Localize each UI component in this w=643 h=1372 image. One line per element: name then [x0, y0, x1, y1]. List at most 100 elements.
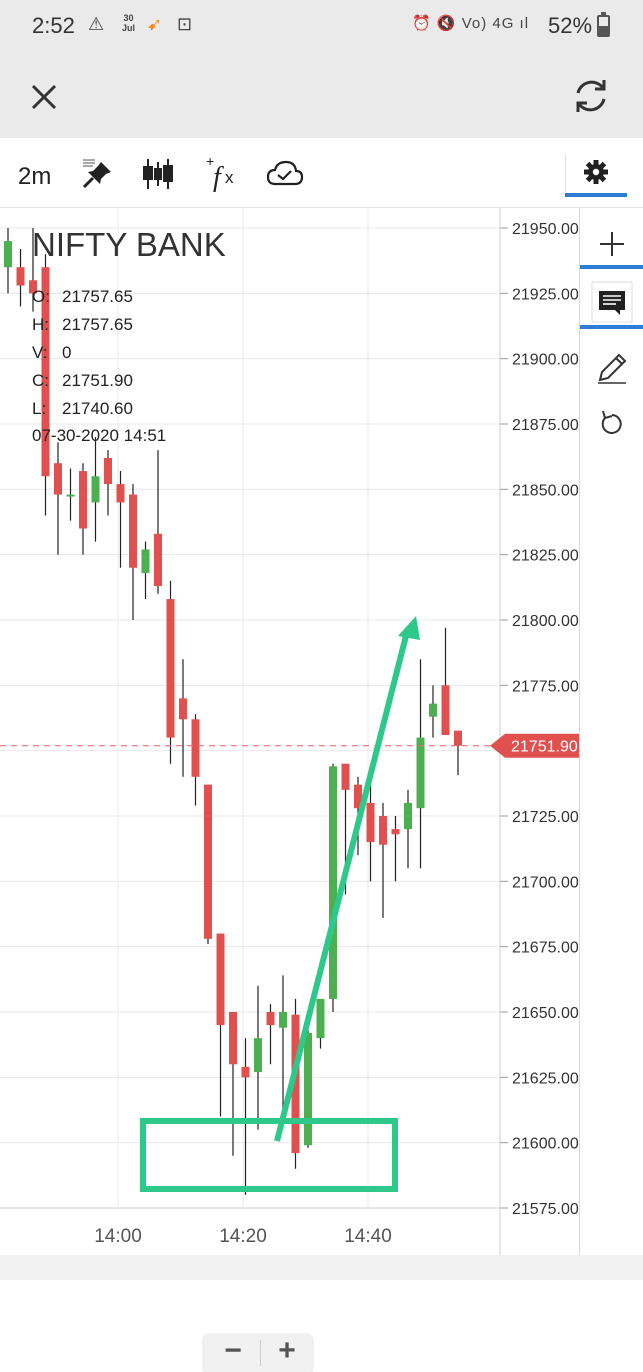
- time-tick-label: 14:20: [219, 1226, 267, 1247]
- cloud-save-button[interactable]: [265, 156, 305, 192]
- time-axis: 14:00 14:20 14:40: [94, 1226, 392, 1247]
- price-tick-label: 21775.00: [512, 678, 579, 695]
- ohlc-high-label: H:: [32, 315, 49, 334]
- candle-down: [191, 719, 200, 777]
- svg-text:f: f: [213, 162, 224, 192]
- candle-down: [116, 484, 125, 503]
- price-tick-label: 21900.00: [512, 352, 579, 369]
- pencil-icon: [598, 353, 627, 384]
- candle-down: [104, 457, 112, 485]
- candle-down: [441, 685, 450, 735]
- close-icon: [31, 84, 57, 110]
- status-time: 2:52: [32, 13, 75, 38]
- close-button[interactable]: [22, 75, 66, 119]
- chart-area[interactable]: 21950.00 21925.00 21900.00 21875.00 21850.00…: [0, 208, 579, 1372]
- chart-type-button[interactable]: [140, 156, 176, 192]
- price-tick-label: 21925.00: [512, 286, 579, 303]
- candle-up: [254, 1038, 262, 1073]
- candle-down: [341, 763, 350, 790]
- comment-icon: [591, 281, 633, 323]
- status-bar: 2:52 ⚠ 30 Jul ➹ ⊡ ⏰ 🔇 Vo) 4G ıl 52%: [0, 0, 643, 55]
- warning-icon: ⚠: [88, 14, 105, 34]
- status-date: 30 Jul: [122, 13, 136, 33]
- draw-button[interactable]: [590, 346, 634, 390]
- bolt-app-icon: ➹: [147, 14, 163, 34]
- candle-up: [429, 703, 437, 717]
- candle-down: [216, 933, 225, 1026]
- price-tick-label: 21825.00: [512, 548, 579, 565]
- candle-down: [229, 1012, 237, 1065]
- ohlc-open-label: O:: [32, 287, 50, 306]
- indicator-fx-icon: + f x: [206, 153, 234, 193]
- undo-icon: [601, 410, 622, 434]
- candle-up: [304, 1032, 312, 1146]
- price-axis: 21950.00 21925.00 21900.00 21875.00 21850.00…: [499, 208, 579, 1255]
- crosshair-icon: [600, 232, 624, 256]
- last-price-value: 21751.90: [511, 739, 578, 756]
- price-tick-label: 21650.00: [512, 1005, 579, 1022]
- price-tick-label: 21700.00: [512, 874, 579, 891]
- candle-down: [266, 1012, 275, 1026]
- comment-button[interactable]: [590, 280, 634, 324]
- settings-tab[interactable]: [565, 150, 627, 197]
- candle-down: [391, 829, 400, 835]
- svg-text:x: x: [225, 168, 234, 187]
- ohlc-legend: O: 21757.65 H: 21757.65 V: 0 C: 21751.90…: [32, 287, 166, 445]
- candle-up: [316, 998, 325, 1039]
- crosshair-button[interactable]: [590, 222, 634, 266]
- annotation-box: [140, 1118, 398, 1192]
- price-tick-label: 21800.00: [512, 613, 579, 630]
- candlestick-chart[interactable]: 21950.00 21925.00 21900.00 21875.00 21850.00…: [0, 208, 579, 1255]
- candle-up: [404, 802, 412, 830]
- symbol-title: NIFTY BANK: [32, 226, 226, 263]
- candle-down: [166, 599, 175, 738]
- gear-icon: [584, 160, 608, 184]
- title-bar: [0, 55, 643, 138]
- chart-grid: [0, 208, 500, 1209]
- comment-active-top: [580, 265, 643, 269]
- last-price-tag: 21751.90: [490, 733, 579, 758]
- undo-button[interactable]: [590, 401, 634, 445]
- pin-button[interactable]: [79, 156, 115, 192]
- candle-up: [91, 476, 100, 503]
- price-tick-label: 21675.00: [512, 940, 579, 957]
- candle-down: [379, 816, 387, 845]
- candle-down: [241, 1066, 250, 1078]
- zoom-in-button[interactable]: +: [262, 1336, 312, 1370]
- ohlc-high-value: 21757.65: [62, 315, 133, 334]
- candle-up: [329, 766, 337, 999]
- zoom-out-button[interactable]: −: [208, 1336, 258, 1370]
- candle-down: [129, 494, 137, 568]
- battery-percent: 52%: [548, 13, 593, 38]
- refresh-icon: [576, 80, 606, 112]
- drawing-side-panel: [579, 208, 643, 1255]
- ohlc-close-value: 21751.90: [62, 371, 133, 390]
- ohlc-close-label: C:: [32, 371, 49, 390]
- price-tick-label: 21600.00: [512, 1136, 579, 1153]
- candle-down: [16, 267, 25, 286]
- candle-down: [79, 471, 87, 529]
- candle-down: [204, 784, 212, 939]
- time-tick-label: 14:40: [344, 1226, 392, 1247]
- interval-selector[interactable]: 2m: [18, 163, 51, 191]
- candle-up: [141, 549, 150, 573]
- price-tick-label: 21575.00: [512, 1201, 579, 1218]
- bottom-bar: [0, 1255, 643, 1280]
- ohlc-volume-label: V:: [32, 343, 47, 362]
- candle-down: [54, 463, 62, 495]
- ohlc-low-label: L:: [32, 399, 46, 418]
- comment-active-bottom: [580, 325, 643, 329]
- candle-down: [366, 802, 375, 843]
- annotation-arrow: [274, 627, 411, 1142]
- zoom-controls: − +: [204, 1334, 312, 1372]
- price-tick-label: 21850.00: [512, 482, 579, 499]
- refresh-button[interactable]: [568, 73, 614, 119]
- candle-up: [4, 241, 12, 268]
- price-tick-label: 21875.00: [512, 417, 579, 434]
- price-tick-label: 21725.00: [512, 809, 579, 826]
- system-icons: ⏰ 🔇 Vo) 4G ıl: [412, 15, 530, 32]
- candle-up: [66, 494, 75, 497]
- ohlc-volume-value: 0: [62, 343, 71, 362]
- indicators-button[interactable]: + f x: [205, 153, 241, 193]
- candle-down: [179, 698, 187, 720]
